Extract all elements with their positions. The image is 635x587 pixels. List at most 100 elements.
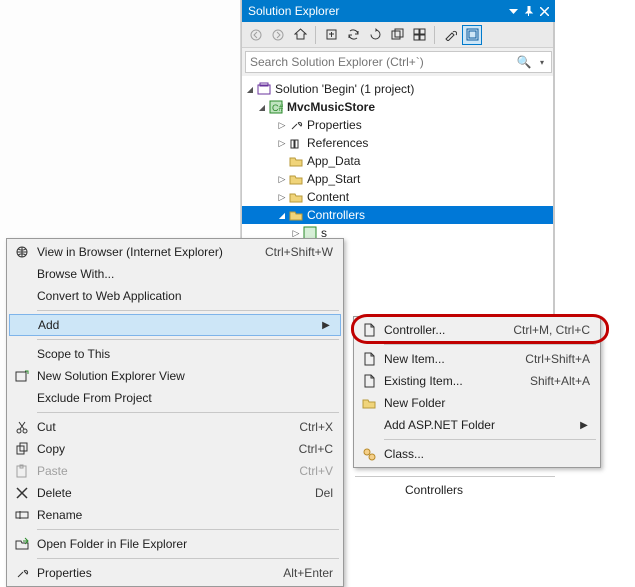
menu-item[interactable]: Controller...Ctrl+M, Ctrl+C: [356, 319, 598, 341]
class-icon: [356, 447, 382, 461]
wrench-icon: [9, 566, 35, 580]
expand-icon[interactable]: [290, 228, 302, 239]
menu-item[interactable]: Convert to Web Application: [9, 285, 341, 307]
search-input[interactable]: [246, 55, 515, 69]
solution-node[interactable]: Solution 'Begin' (1 project): [242, 80, 555, 98]
folder-icon: [288, 172, 304, 186]
menu-item[interactable]: Open Folder in File Explorer: [9, 533, 341, 555]
menu-item[interactable]: Add ASP.NET Folder▶: [356, 414, 598, 436]
dropdown-arrow-icon[interactable]: [509, 7, 518, 16]
tree-item[interactable]: Properties: [242, 116, 555, 134]
menu-separator: [37, 529, 339, 530]
menu-item-label: Add: [36, 318, 320, 332]
menu-item-label: Paste: [35, 464, 281, 478]
tree-item[interactable]: App_Data: [242, 152, 555, 170]
menu-item[interactable]: Scope to This: [9, 343, 341, 365]
tree-item-label: App_Data: [304, 154, 360, 168]
expand-icon[interactable]: [276, 210, 288, 221]
tree-item[interactable]: Controllers: [242, 206, 555, 224]
add-submenu[interactable]: Controller...Ctrl+M, Ctrl+C New Item...Ct…: [353, 316, 601, 468]
copy-icon: [9, 442, 35, 456]
menu-item[interactable]: Rename: [9, 504, 341, 526]
preview-button[interactable]: [462, 25, 482, 45]
menu-item-label: Browse With...: [35, 267, 333, 281]
back-button[interactable]: [246, 25, 266, 45]
solution-explorer-titlebar[interactable]: Solution Explorer: [242, 0, 555, 22]
menu-item-label: New Folder: [382, 396, 590, 410]
menu-item-label: Copy: [35, 442, 281, 456]
menu-item[interactable]: CutCtrl+X: [9, 416, 341, 438]
solution-explorer-toolbar: [242, 22, 555, 48]
close-icon[interactable]: [540, 7, 549, 16]
sync-button[interactable]: [343, 25, 363, 45]
menu-item[interactable]: Exclude From Project: [9, 387, 341, 409]
menu-item[interactable]: Add▶: [9, 314, 341, 336]
forward-button[interactable]: [268, 25, 288, 45]
menu-item[interactable]: New Item...Ctrl+Shift+A: [356, 348, 598, 370]
collapse-all-button[interactable]: [387, 25, 407, 45]
menu-item[interactable]: New Folder: [356, 392, 598, 414]
newview-icon: [9, 369, 35, 383]
menu-item-label: Scope to This: [35, 347, 333, 361]
folder-icon: [288, 208, 304, 222]
pin-icon[interactable]: [524, 6, 534, 16]
properties-folder-name: Controllers: [405, 483, 463, 497]
folder-icon: [356, 396, 382, 410]
browser-icon: [9, 245, 35, 259]
expand-icon[interactable]: [256, 102, 268, 113]
expand-icon[interactable]: [276, 174, 288, 185]
menu-separator: [37, 412, 339, 413]
solution-tree[interactable]: Solution 'Begin' (1 project) C# MvcMusic…: [242, 76, 555, 242]
search-dropdown-icon[interactable]: ▾: [533, 58, 551, 67]
menu-item[interactable]: Class...: [356, 443, 598, 465]
menu-item-label: Class...: [382, 447, 590, 461]
menu-item[interactable]: View in Browser (Internet Explorer)Ctrl+…: [9, 241, 341, 263]
expand-icon[interactable]: [244, 84, 256, 95]
file-icon: [356, 374, 382, 388]
menu-item-label: Controller...: [382, 323, 495, 337]
expand-icon[interactable]: [276, 192, 288, 203]
solution-explorer-title: Solution Explorer: [248, 4, 339, 18]
menu-item-label: Add ASP.NET Folder: [382, 418, 578, 432]
menu-item[interactable]: PropertiesAlt+Enter: [9, 562, 341, 584]
home-button[interactable]: [290, 25, 310, 45]
search-icon[interactable]: 🔍: [515, 55, 533, 69]
menu-item-label: Properties: [35, 566, 265, 580]
menu-item[interactable]: New Solution Explorer View: [9, 365, 341, 387]
rename-icon: [9, 508, 35, 522]
properties-button[interactable]: [440, 25, 460, 45]
menu-item[interactable]: Browse With...: [9, 263, 341, 285]
tree-item-label: App_Start: [304, 172, 360, 186]
project-node[interactable]: C# MvcMusicStore: [242, 98, 555, 116]
folder-icon: [288, 190, 304, 204]
menu-item-shortcut: Ctrl+Shift+A: [507, 352, 590, 366]
expand-icon[interactable]: [276, 120, 288, 131]
menu-item-label: View in Browser (Internet Explorer): [35, 245, 247, 259]
menu-item-shortcut: Shift+Alt+A: [512, 374, 590, 388]
context-menu[interactable]: View in Browser (Internet Explorer) Ctrl+…: [6, 238, 344, 587]
refresh-button[interactable]: [365, 25, 385, 45]
solution-icon: [256, 82, 272, 96]
refs-icon: [288, 136, 304, 150]
tree-item[interactable]: App_Start: [242, 170, 555, 188]
pending-changes-button[interactable]: [321, 25, 341, 45]
tree-item[interactable]: References: [242, 134, 555, 152]
paste-icon: [9, 464, 35, 478]
file-icon: [356, 352, 382, 366]
tree-item[interactable]: Content: [242, 188, 555, 206]
solution-explorer-search[interactable]: 🔍 ▾: [245, 51, 552, 73]
menu-item[interactable]: Existing Item...Shift+Alt+A: [356, 370, 598, 392]
menu-item-shortcut: Ctrl+V: [281, 464, 333, 478]
menu-separator: [384, 344, 596, 345]
show-all-button[interactable]: [409, 25, 429, 45]
expand-icon[interactable]: [276, 138, 288, 149]
menu-separator: [384, 439, 596, 440]
menu-item[interactable]: CopyCtrl+C: [9, 438, 341, 460]
menu-item-label: Existing Item...: [382, 374, 512, 388]
menu-item-label: Cut: [35, 420, 281, 434]
menu-item-label: Open Folder in File Explorer: [35, 537, 333, 551]
menu-item-label: Exclude From Project: [35, 391, 333, 405]
menu-separator: [37, 558, 339, 559]
menu-item[interactable]: DeleteDel: [9, 482, 341, 504]
menu-item-shortcut: Ctrl+X: [281, 420, 333, 434]
